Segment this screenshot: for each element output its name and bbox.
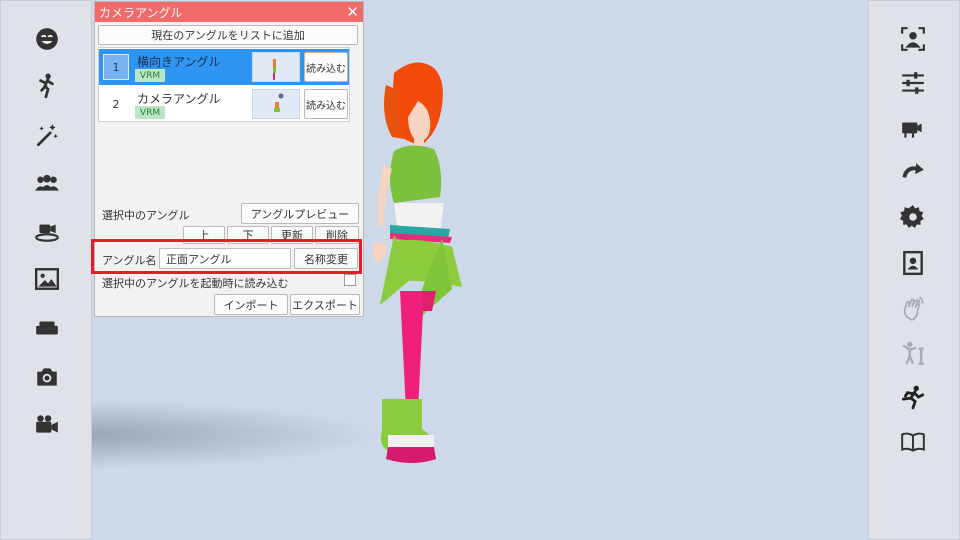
ik-pose-icon[interactable] [893,333,933,373]
video-camera-icon[interactable] [27,405,67,445]
video-swap-icon[interactable] [893,109,933,149]
export-button[interactable]: エクスポート [290,294,360,315]
load-on-startup-checkbox[interactable] [344,274,356,286]
wave-hand-icon[interactable] [893,288,933,328]
angle-thumbnail [252,89,300,119]
selected-angle-label: 選択中のアングル [102,209,190,222]
character-arm [377,165,392,227]
item-name: カメラアングル [137,92,221,106]
import-button[interactable]: インポート [214,294,288,315]
left-toolbar [0,0,92,540]
vrm-badge: VRM [135,69,165,82]
face-icon[interactable] [27,19,67,59]
character-hand [372,242,387,263]
load-button[interactable]: 読み込む [304,89,348,119]
panel-title: カメラアングル [99,5,183,20]
angle-thumbnail [252,52,300,82]
character-shoes [380,399,436,463]
sliders-icon[interactable] [893,63,933,103]
image-icon[interactable] [27,259,67,299]
person-frame-icon[interactable] [893,19,933,59]
camera-icon[interactable] [27,357,67,397]
character-legs [400,291,436,411]
gear-icon[interactable] [893,197,933,237]
item-number: 2 [112,97,120,111]
close-icon[interactable]: ✕ [346,3,359,21]
angle-list: 1 横向きアングル VRM 読み込む 2 カメラアングル VRM 読み込む [98,47,350,122]
group-icon[interactable] [27,163,67,203]
pose-icon[interactable] [27,66,67,106]
load-button[interactable]: 読み込む [304,52,348,82]
angle-preview-button[interactable]: アングルプレビュー [241,203,359,224]
sofa-icon[interactable] [27,308,67,348]
portrait-icon[interactable] [893,243,933,283]
vrm-badge: VRM [135,106,165,119]
load-on-startup-label: 選択中のアングルを起動時に読み込む [102,277,289,290]
list-item[interactable]: 1 横向きアングル VRM 読み込む [99,49,349,85]
camera-stage-icon[interactable] [27,211,67,251]
magic-wand-icon[interactable] [27,115,67,155]
book-icon[interactable] [893,422,933,462]
redo-icon[interactable] [893,153,933,193]
list-item[interactable]: 2 カメラアングル VRM 読み込む [99,86,349,122]
running-icon[interactable] [893,377,933,417]
right-toolbar [868,0,960,540]
highlight-box [91,239,362,274]
panel-title-bar: カメラアングル ✕ [95,2,363,22]
item-number: 1 [103,54,129,80]
item-name: 横向きアングル [137,55,221,69]
add-angle-button[interactable]: 現在のアングルをリストに追加 [98,25,358,45]
